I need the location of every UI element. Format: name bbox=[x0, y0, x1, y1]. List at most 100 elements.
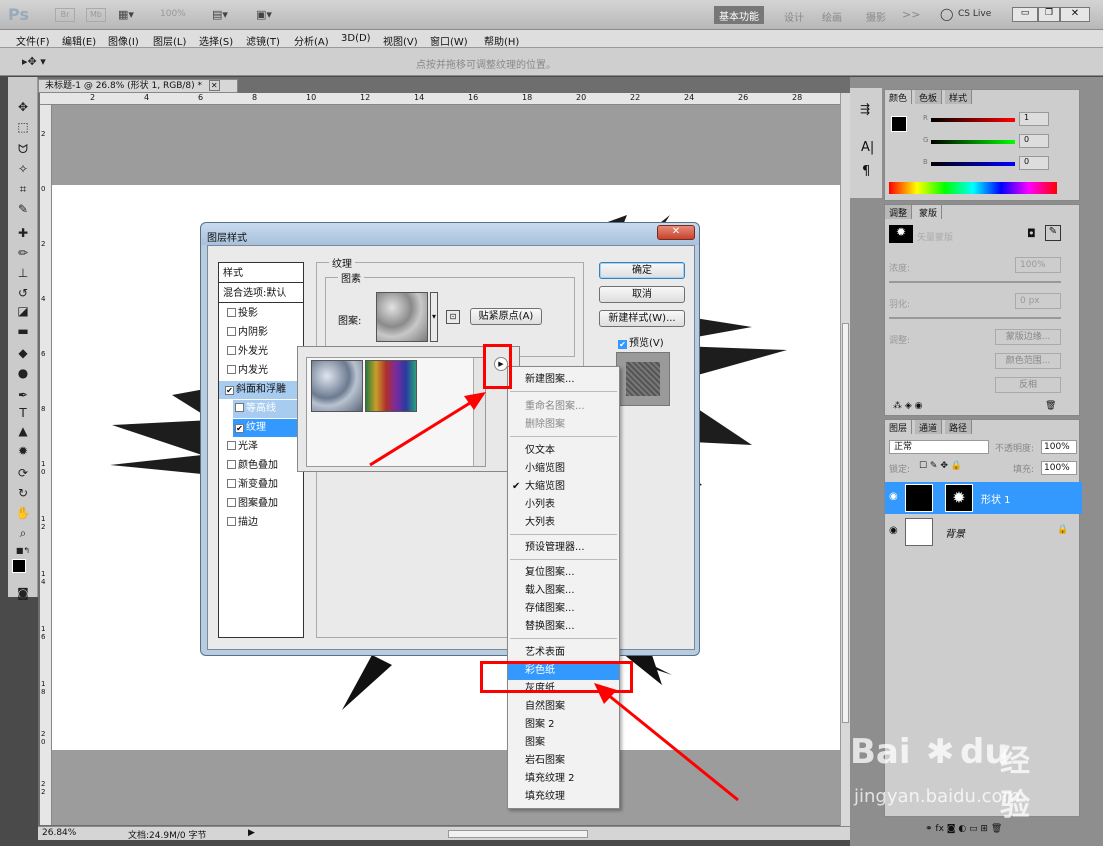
tab-styles[interactable]: 样式 bbox=[945, 90, 973, 104]
default-colors-icon[interactable]: ■↰ bbox=[15, 543, 31, 559]
minibridge-button[interactable]: Mb bbox=[86, 8, 106, 22]
move-tool-preset-icon[interactable]: ▸✥ ▾ bbox=[22, 55, 46, 68]
path-select-tool-icon[interactable]: ▲ bbox=[15, 423, 31, 439]
cancel-button[interactable]: 取消 bbox=[599, 286, 685, 303]
minimize-button[interactable]: ▭ bbox=[1012, 7, 1038, 22]
quick-mask-icon[interactable]: ◙ bbox=[15, 585, 31, 601]
b-value[interactable]: 0 bbox=[1019, 156, 1049, 170]
eraser-tool-icon[interactable]: ◪ bbox=[15, 303, 31, 319]
tab-swatches[interactable]: 色板 bbox=[915, 90, 943, 104]
checkbox[interactable] bbox=[227, 365, 236, 374]
effect-color-overlay[interactable]: 颜色叠加 bbox=[223, 457, 303, 475]
density-value[interactable]: 100% bbox=[1015, 257, 1061, 273]
checkbox[interactable] bbox=[227, 327, 236, 336]
effect-gradient-overlay[interactable]: 渐变叠加 bbox=[223, 476, 303, 494]
delete-mask-icon[interactable]: 🗑 bbox=[1045, 401, 1056, 411]
cslive-button[interactable]: CS Live bbox=[958, 9, 991, 19]
view-extras-icon[interactable]: ▦▾ bbox=[118, 8, 134, 21]
effect-satin[interactable]: 光泽 bbox=[223, 438, 303, 456]
menu-texture-fill-2[interactable]: 填充纹理 2 bbox=[508, 770, 619, 788]
pattern-thumb-rainbow[interactable] bbox=[365, 360, 417, 412]
tab-masks[interactable]: 蒙版 bbox=[915, 205, 943, 219]
color-ramp[interactable] bbox=[889, 182, 1057, 194]
menu-save-patterns[interactable]: 存储图案... bbox=[508, 600, 619, 618]
checkbox[interactable] bbox=[227, 460, 236, 469]
checkbox[interactable] bbox=[227, 308, 236, 317]
g-value[interactable]: 0 bbox=[1019, 134, 1049, 148]
layer-row-background[interactable]: ◉ 背景 🔒 bbox=[885, 516, 1082, 548]
menu-large-list[interactable]: 大列表 bbox=[508, 514, 619, 532]
new-preset-icon[interactable]: ⊡ bbox=[446, 310, 460, 324]
tab-color[interactable]: 颜色 bbox=[885, 90, 913, 104]
snap-to-origin-button[interactable]: 贴紧原点(A) bbox=[470, 308, 542, 325]
workspace-painting[interactable]: 绘画 bbox=[822, 9, 842, 24]
effect-drop-shadow[interactable]: 投影 bbox=[223, 305, 303, 323]
lock-icons[interactable]: ☐ ✎ ✥ 🔒 bbox=[919, 461, 962, 471]
effect-contour[interactable]: 等高线 bbox=[233, 400, 303, 418]
menu-small-list[interactable]: 小列表 bbox=[508, 496, 619, 514]
cslive-icon[interactable]: ◯ bbox=[940, 7, 953, 21]
styles-header[interactable]: 样式 bbox=[219, 265, 303, 283]
workspace-essentials[interactable]: 基本功能 bbox=[714, 6, 764, 24]
effect-inner-glow[interactable]: 内发光 bbox=[223, 362, 303, 380]
blend-options-item[interactable]: 混合选项:默认 bbox=[219, 285, 303, 303]
menu-edit[interactable]: 编辑(E) bbox=[62, 33, 96, 48]
document-tab[interactable]: 未标题-1 @ 26.8% (形状 1, RGB/8) * ✕ bbox=[38, 79, 238, 93]
checkbox[interactable] bbox=[227, 517, 236, 526]
stamp-tool-icon[interactable]: ⊥ bbox=[15, 265, 31, 281]
effect-inner-shadow[interactable]: 内阴影 bbox=[223, 324, 303, 342]
effect-pattern-overlay[interactable]: 图案叠加 bbox=[223, 495, 303, 513]
r-value[interactable]: 1 bbox=[1019, 112, 1049, 126]
effect-stroke[interactable]: 描边 bbox=[223, 514, 303, 532]
visibility-eye-icon[interactable]: ◉ bbox=[889, 491, 898, 502]
close-button[interactable]: ✕ bbox=[1060, 7, 1090, 22]
effect-bevel-emboss[interactable]: ✔ 斜面和浮雕 bbox=[219, 381, 303, 399]
quick-select-tool-icon[interactable]: ✧ bbox=[15, 161, 31, 177]
healing-tool-icon[interactable]: ✚ bbox=[15, 225, 31, 241]
menu-file[interactable]: 文件(F) bbox=[16, 33, 50, 48]
gradient-tool-icon[interactable]: ▬ bbox=[15, 323, 31, 339]
zoom-select[interactable]: 100% bbox=[160, 9, 186, 19]
feather-value[interactable]: 0 px bbox=[1015, 293, 1061, 309]
marquee-tool-icon[interactable]: ⬚ bbox=[15, 119, 31, 135]
menu-reset-patterns[interactable]: 复位图案... bbox=[508, 564, 619, 582]
menu-view[interactable]: 视图(V) bbox=[383, 33, 418, 48]
history-panel-icon[interactable]: ⇶ bbox=[860, 102, 870, 116]
brush-tool-icon[interactable]: ✏ bbox=[15, 245, 31, 261]
dialog-close-button[interactable]: ✕ bbox=[657, 225, 695, 240]
opacity-value[interactable]: 100% bbox=[1041, 440, 1077, 454]
type-tool-icon[interactable]: T bbox=[15, 405, 31, 421]
menu-new-pattern[interactable]: 新建图案... bbox=[508, 371, 619, 389]
checkbox[interactable] bbox=[235, 403, 244, 412]
menu-filter[interactable]: 滤镜(T) bbox=[246, 33, 280, 48]
tab-paths[interactable]: 路径 bbox=[945, 420, 973, 434]
menu-text-only[interactable]: 仅文本 bbox=[508, 442, 619, 460]
scroll-thumb[interactable] bbox=[842, 323, 849, 723]
eyedropper-tool-icon[interactable]: ✎ bbox=[15, 201, 31, 217]
mask-edge-button[interactable]: 蒙版边缘... bbox=[995, 329, 1061, 345]
foreground-color-swatch[interactable] bbox=[12, 559, 26, 573]
hand-tool-icon[interactable]: ✋ bbox=[15, 505, 31, 521]
pattern-thumb-bubbles[interactable] bbox=[311, 360, 363, 412]
menu-layer[interactable]: 图层(L) bbox=[153, 33, 186, 48]
zoom-tool-icon[interactable]: ⌕ bbox=[15, 525, 31, 541]
menu-small-thumb[interactable]: 小缩览图 bbox=[508, 460, 619, 478]
paragraph-panel-icon[interactable]: ¶ bbox=[862, 164, 870, 179]
screen-mode-icon[interactable]: ▣▾ bbox=[256, 8, 272, 21]
invert-button[interactable]: 反相 bbox=[995, 377, 1061, 393]
menu-nature-patterns[interactable]: 自然图案 bbox=[508, 698, 619, 716]
vertical-scrollbar[interactable] bbox=[840, 93, 850, 826]
vector-mask-icon[interactable]: ✎ bbox=[1045, 225, 1061, 241]
arrange-docs-icon[interactable]: ▤▾ bbox=[212, 8, 228, 21]
character-panel-icon[interactable]: A| bbox=[861, 140, 874, 155]
workspace-design[interactable]: 设计 bbox=[784, 9, 804, 24]
r-slider[interactable] bbox=[931, 118, 1015, 122]
menu-image[interactable]: 图像(I) bbox=[108, 33, 139, 48]
menu-select[interactable]: 选择(S) bbox=[199, 33, 233, 48]
checkbox[interactable]: ✔ bbox=[225, 386, 234, 395]
g-slider[interactable] bbox=[931, 140, 1015, 144]
blur-tool-icon[interactable]: ◆ bbox=[15, 345, 31, 361]
lasso-tool-icon[interactable]: ᗢ bbox=[15, 141, 31, 157]
restore-button[interactable]: ❐ bbox=[1038, 7, 1060, 22]
menu-window[interactable]: 窗口(W) bbox=[430, 33, 468, 48]
